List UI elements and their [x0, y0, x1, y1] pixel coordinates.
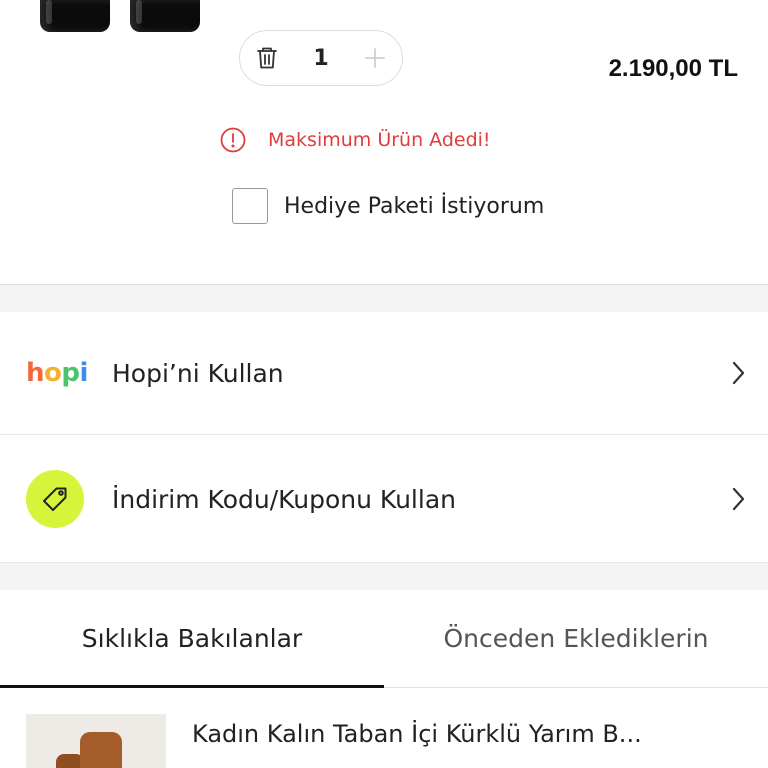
quantity-value[interactable]: 1 — [293, 46, 348, 71]
product-thumbnail — [26, 714, 166, 768]
cart-item-section: 1 2.190,00 TL Maksimum Ürün Adedi! Hediy… — [0, 0, 768, 284]
use-hopi-label: Hopi’ni Kullan — [112, 358, 284, 388]
gift-package-checkbox[interactable] — [232, 188, 268, 224]
gift-package-label: Hediye Paketi İstiyorum — [284, 193, 545, 219]
chevron-right-icon — [708, 360, 768, 386]
product-title: Kadın Kalın Taban İçi Kürklü Yarım B... — [192, 720, 642, 748]
warning-icon — [220, 127, 246, 153]
product-image-bottle-left — [40, 0, 110, 32]
trash-icon[interactable] — [240, 31, 293, 85]
chevron-right-icon — [708, 486, 768, 512]
section-divider — [0, 284, 768, 312]
use-hopi-row[interactable]: hopi Hopi’ni Kullan — [0, 312, 768, 435]
item-price: 2.190,00 TL — [608, 55, 738, 82]
list-item[interactable]: Kadın Kalın Taban İçi Kürklü Yarım B... — [0, 688, 768, 768]
hopi-logo: hopi — [0, 358, 112, 388]
tab-previously-added[interactable]: Önceden Eklediklerin — [384, 590, 768, 687]
max-quantity-warning: Maksimum Ürün Adedi! — [220, 124, 491, 156]
use-coupon-label: İndirim Kodu/Kuponu Kullan — [112, 484, 456, 514]
use-coupon-row[interactable]: İndirim Kodu/Kuponu Kullan — [0, 436, 768, 562]
tab-frequently-viewed[interactable]: Sıklıkla Bakılanlar — [0, 590, 384, 689]
product-image-bottle-right — [130, 0, 200, 32]
gift-package-option[interactable]: Hediye Paketi İstiyorum — [232, 188, 544, 224]
recommendation-tabs: Sıklıkla Bakılanlar Önceden Eklediklerin — [0, 590, 768, 689]
hopi-logo-text: hopi — [26, 358, 88, 388]
tag-icon — [26, 470, 84, 528]
warning-text: Maksimum Ürün Adedi! — [268, 129, 491, 151]
plus-icon[interactable] — [349, 31, 402, 85]
section-divider — [0, 562, 768, 590]
quantity-stepper: 1 — [239, 30, 403, 86]
